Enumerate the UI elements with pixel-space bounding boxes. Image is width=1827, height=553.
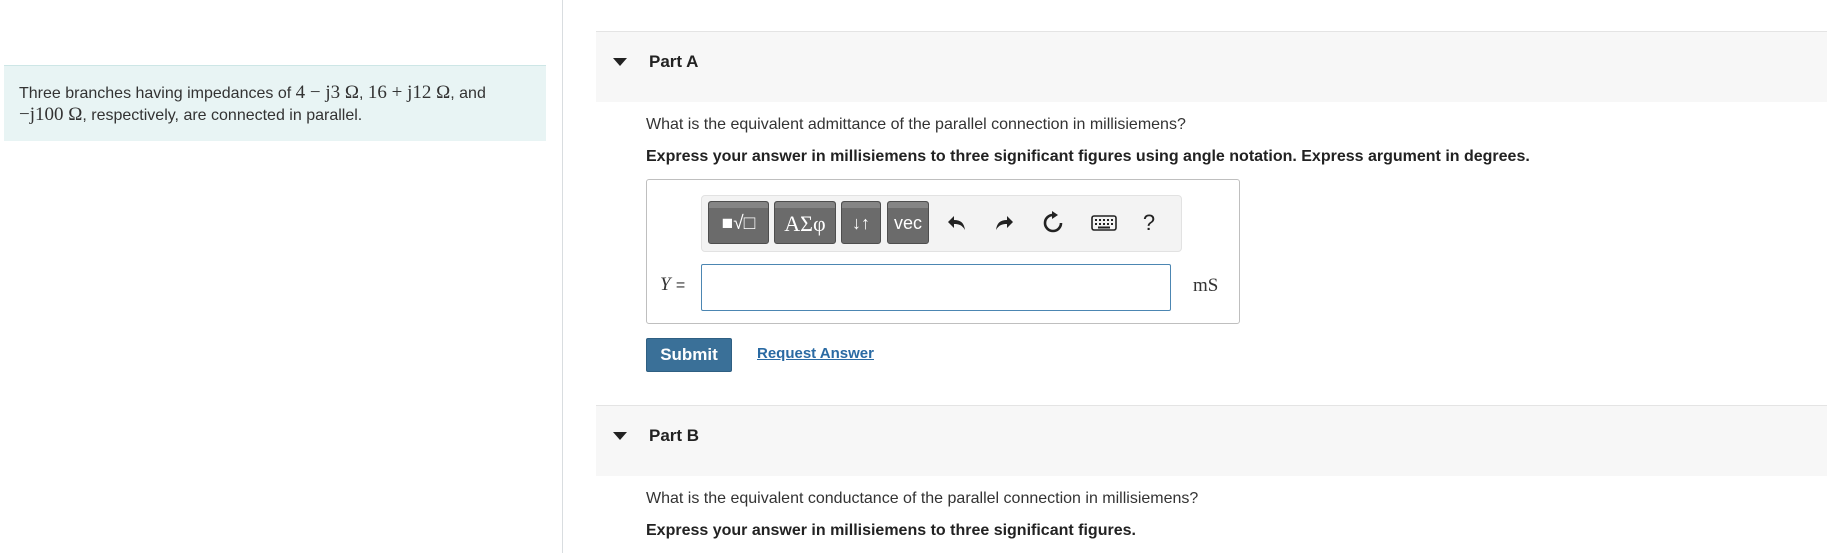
undo-icon[interactable] <box>940 206 974 240</box>
answer-variable-label: Y = <box>660 274 685 296</box>
part-b-title: Part B <box>649 426 700 445</box>
part-b-question: What is the equivalent conductance of th… <box>646 490 1199 507</box>
variable-symbol: Y <box>660 274 671 295</box>
problem-pane: Three branches having impedances of 4 − … <box>0 0 562 553</box>
pane-divider <box>562 0 563 553</box>
redo-icon[interactable] <box>987 206 1021 240</box>
part-a-question: What is the equivalent admittance of the… <box>646 116 1186 133</box>
greek-symbols-button[interactable]: ΑΣφ <box>774 201 836 244</box>
reset-icon[interactable] <box>1036 206 1070 240</box>
part-b-instruction: Express your answer in millisiemens to t… <box>646 522 1136 539</box>
problem-text-after: , respectively, are connected in paralle… <box>82 107 363 124</box>
vec-label: vec <box>893 213 922 233</box>
problem-statement: Three branches having impedances of 4 − … <box>4 65 546 141</box>
impedance-3: −j100 Ω <box>19 104 83 125</box>
vector-button[interactable]: vec <box>887 201 929 244</box>
impedance-2: 16 + j12 Ω <box>367 82 451 103</box>
help-button[interactable]: ? <box>1132 206 1166 240</box>
problem-sep-1: , <box>358 85 368 102</box>
answer-input[interactable] <box>701 264 1171 311</box>
part-a-title: Part A <box>649 52 699 71</box>
greek-label: ΑΣφ <box>784 211 826 236</box>
part-b-header[interactable]: Part B <box>596 405 1827 476</box>
math-toolbar: ■√□ ΑΣφ ↓↑ vec ? <box>701 195 1182 252</box>
templates-button[interactable]: ■√□ <box>708 201 769 244</box>
keyboard-icon[interactable] <box>1087 206 1121 240</box>
submit-button[interactable]: Submit <box>646 338 732 372</box>
answer-area: ■√□ ΑΣφ ↓↑ vec ? Y = mS <box>646 179 1240 324</box>
request-answer-link[interactable]: Request Answer <box>757 345 874 362</box>
collapse-caret-icon[interactable] <box>613 58 627 66</box>
unit-label: mS <box>1193 275 1219 296</box>
problem-sep-2: , and <box>450 85 486 102</box>
problem-text-before: Three branches having impedances of <box>19 85 296 102</box>
impedance-1: 4 − j3 Ω <box>295 82 359 103</box>
template-icon: ■√□ <box>721 213 756 234</box>
equals-sign: = <box>675 277 686 294</box>
arrows-button[interactable]: ↓↑ <box>841 201 881 244</box>
part-a-instruction: Express your answer in millisiemens to t… <box>646 148 1530 165</box>
part-a-header[interactable]: Part A <box>596 31 1827 102</box>
arrows-label: ↓↑ <box>852 213 870 233</box>
collapse-caret-icon[interactable] <box>613 432 627 440</box>
